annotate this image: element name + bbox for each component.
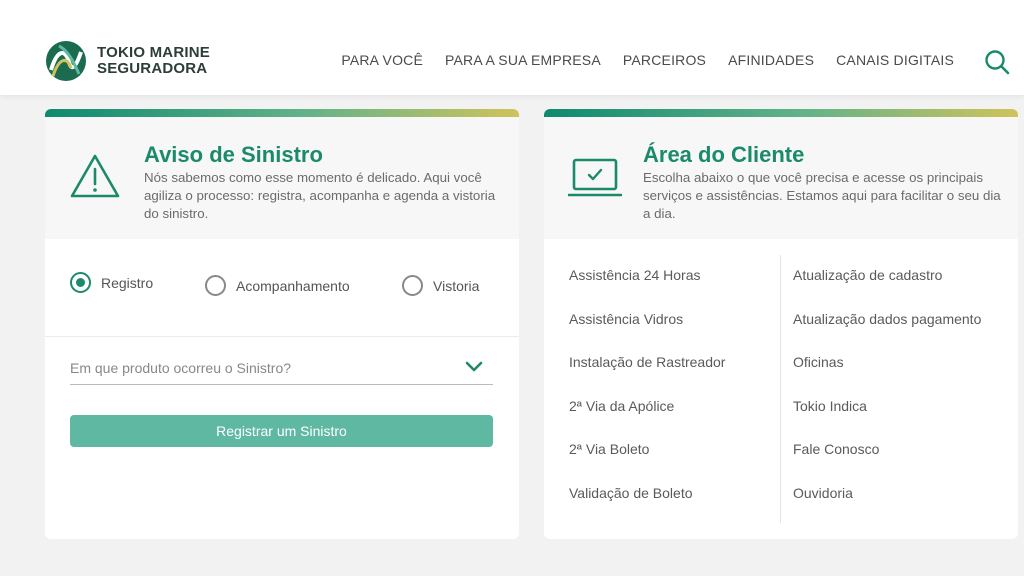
link-oficinas[interactable]: Oficinas — [793, 354, 981, 398]
cliente-header: Área do Cliente Escolha abaixo o que voc… — [544, 117, 1018, 239]
link-2via-apolice[interactable]: 2ª Via da Apólice — [569, 398, 725, 442]
radio-selected-icon — [70, 272, 91, 293]
nav-para-sua-empresa[interactable]: PARA A SUA EMPRESA — [445, 52, 601, 68]
link-ouvidoria[interactable]: Ouvidoria — [793, 485, 981, 529]
radio-label: Vistoria — [433, 277, 480, 294]
column-divider — [780, 255, 781, 523]
link-tokio-indica[interactable]: Tokio Indica — [793, 398, 981, 442]
link-assistencia-vidros[interactable]: Assistência Vidros — [569, 311, 725, 355]
warning-icon — [70, 154, 120, 198]
produto-select[interactable]: Em que produto ocorreu o Sinistro? — [70, 355, 493, 385]
link-atualizacao-cadastro[interactable]: Atualização de cadastro — [793, 267, 981, 311]
sinistro-header: Aviso de Sinistro Nós sabemos como esse … — [45, 117, 519, 239]
cliente-title: Área do Cliente — [643, 142, 805, 167]
links-column-2: Atualização de cadastro Atualização dado… — [793, 267, 981, 529]
link-fale-conosco[interactable]: Fale Conosco — [793, 441, 981, 485]
logo[interactable]: TOKIO MARINE SEGURADORA — [45, 40, 210, 82]
sinistro-title: Aviso de Sinistro — [144, 142, 323, 167]
radio-unselected-icon — [402, 275, 423, 296]
link-atualizacao-pagamento[interactable]: Atualização dados pagamento — [793, 311, 981, 355]
logo-line-1: TOKIO MARINE — [97, 44, 210, 61]
laptop-check-icon — [568, 158, 622, 197]
card-accent-bar — [544, 109, 1018, 117]
sinistro-options: Registro Acompanhamento Vistoria — [45, 239, 519, 337]
link-assistencia-24h[interactable]: Assistência 24 Horas — [569, 267, 725, 311]
produto-select-placeholder: Em que produto ocorreu o Sinistro? — [70, 360, 292, 376]
main-nav: PARA VOCÊ PARA A SUA EMPRESA PARCEIROS A… — [341, 52, 954, 68]
aviso-sinistro-card: Aviso de Sinistro Nós sabemos como esse … — [45, 109, 519, 539]
chevron-down-icon — [465, 361, 483, 372]
cliente-description: Escolha abaixo o que você precisa e aces… — [643, 170, 1001, 221]
radio-unselected-icon — [205, 275, 226, 296]
logo-line-2: SEGURADORA — [97, 60, 208, 77]
area-cliente-card: Área do Cliente Escolha abaixo o que voc… — [544, 109, 1018, 539]
site-header: TOKIO MARINE SEGURADORA PARA VOCÊ PARA A… — [0, 0, 1024, 95]
radio-label: Registro — [101, 274, 154, 291]
cliente-links: Assistência 24 Horas Assistência Vidros … — [544, 239, 1018, 539]
logo-text: TOKIO MARINE SEGURADORA — [97, 45, 210, 77]
radio-vistoria[interactable]: Vistoria — [402, 275, 479, 296]
links-column-1: Assistência 24 Horas Assistência Vidros … — [569, 267, 725, 529]
radio-acompanhamento[interactable]: Acompanhamento — [205, 275, 350, 296]
nav-para-voce[interactable]: PARA VOCÊ — [341, 52, 423, 68]
sinistro-description: Nós sabemos como esse momento é delicado… — [144, 170, 496, 221]
nav-afinidades[interactable]: AFINIDADES — [728, 52, 814, 68]
link-instalacao-rastreador[interactable]: Instalação de Rastreador — [569, 354, 725, 398]
link-2via-boleto[interactable]: 2ª Via Boleto — [569, 441, 725, 485]
registrar-sinistro-button[interactable]: Registrar um Sinistro — [70, 415, 493, 447]
link-validacao-boleto[interactable]: Validação de Boleto — [569, 485, 725, 529]
nav-canais-digitais[interactable]: CANAIS DIGITAIS — [836, 52, 954, 68]
radio-label: Acompanhamento — [236, 277, 350, 294]
nav-parceiros[interactable]: PARCEIROS — [623, 52, 706, 68]
tokio-marine-logo-icon — [46, 41, 86, 81]
search-icon[interactable] — [984, 49, 1010, 75]
card-accent-bar — [45, 109, 519, 117]
radio-registro[interactable]: Registro — [70, 272, 153, 293]
